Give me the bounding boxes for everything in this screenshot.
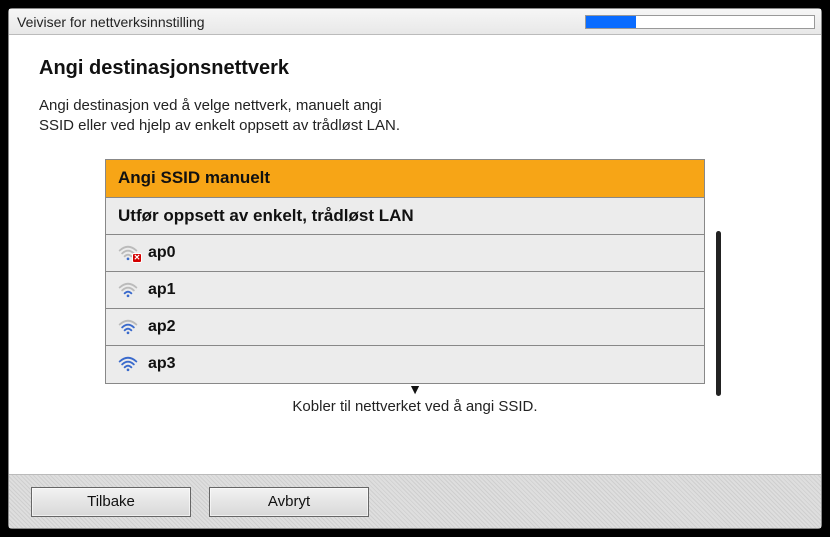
back-button[interactable]: Tilbake	[31, 487, 191, 517]
option-label: Utfør oppsett av enkelt, trådløst LAN	[118, 206, 414, 226]
cancel-button[interactable]: Avbryt	[209, 487, 369, 517]
description-line-1: Angi destinasjon ved å velge nettverk, m…	[39, 97, 382, 114]
progress-bar	[585, 15, 815, 29]
hint-text: Kobler til nettverket ved å angi SSID.	[39, 398, 791, 415]
network-label: ap2	[148, 318, 176, 336]
wifi-icon	[118, 319, 138, 335]
window-title: Veiviser for nettverksinnstilling	[17, 14, 205, 30]
wifi-error-badge: ✕	[132, 253, 142, 263]
scrollbar[interactable]	[716, 231, 721, 396]
network-label: ap0	[148, 244, 176, 262]
network-list: Angi SSID manuelt Utfør oppsett av enkel…	[105, 159, 705, 384]
scroll-down-caret[interactable]: ▼	[39, 384, 791, 394]
titlebar: Veiviser for nettverksinnstilling	[9, 9, 821, 35]
network-item-ap1[interactable]: ap1	[106, 272, 704, 309]
page-description: Angi destinasjon ved å velge nettverk, m…	[39, 96, 791, 137]
network-item-ap0[interactable]: ✕ ap0	[106, 235, 704, 272]
description-line-2: SSID eller ved hjelp av enkelt oppsett a…	[39, 117, 400, 134]
network-label: ap3	[148, 355, 176, 373]
option-manual-ssid[interactable]: Angi SSID manuelt	[106, 160, 704, 198]
network-item-ap3[interactable]: ap3	[106, 346, 704, 383]
footer-bar: Tilbake Avbryt	[9, 474, 821, 528]
window-frame: Veiviser for nettverksinnstilling Angi d…	[0, 0, 830, 537]
progress-fill	[586, 16, 636, 28]
window-inner: Veiviser for nettverksinnstilling Angi d…	[8, 8, 822, 529]
network-item-ap2[interactable]: ap2	[106, 309, 704, 346]
option-label: Angi SSID manuelt	[118, 168, 270, 188]
content-area: Angi destinasjonsnettverk Angi destinasj…	[9, 35, 821, 474]
wifi-icon	[118, 282, 138, 298]
network-label: ap1	[148, 281, 176, 299]
page-heading: Angi destinasjonsnettverk	[39, 57, 791, 80]
wifi-icon: ✕	[118, 245, 138, 261]
network-list-wrapper: Angi SSID manuelt Utfør oppsett av enkel…	[105, 159, 725, 384]
option-easy-setup[interactable]: Utfør oppsett av enkelt, trådløst LAN	[106, 198, 704, 235]
wifi-icon	[118, 356, 138, 372]
